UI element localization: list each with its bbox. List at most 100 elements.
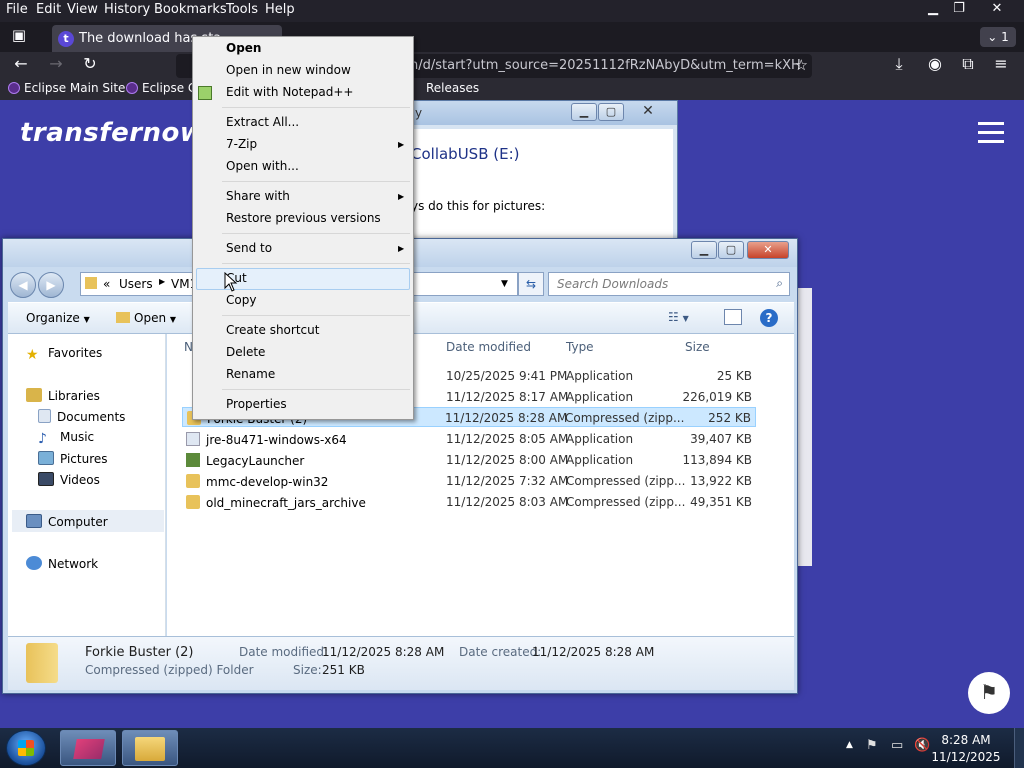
nav-videos[interactable]: Videos: [38, 472, 100, 487]
reload-icon[interactable]: ↻: [79, 54, 101, 73]
flag-icon[interactable]: ⚑: [968, 672, 1010, 714]
preview-pane-icon[interactable]: [724, 309, 742, 325]
menu-item-7zip[interactable]: 7-Zip: [226, 137, 257, 151]
menu-item-edit-notepad[interactable]: Edit with Notepad++: [226, 85, 353, 99]
details-date-created-label: Date created:: [459, 645, 542, 659]
address-dropdown-icon[interactable]: ▼: [501, 279, 508, 289]
help-icon[interactable]: ?: [760, 309, 778, 327]
libraries-icon: [26, 388, 42, 402]
menu-item-send-to[interactable]: Send to: [226, 241, 272, 255]
view-options-icon[interactable]: ☷ ▼: [668, 310, 689, 324]
bookmark-releases[interactable]: Releases: [426, 81, 479, 95]
column-date-modified[interactable]: Date modified: [446, 340, 531, 354]
maximize-icon[interactable]: ▢: [598, 103, 624, 121]
nav-documents[interactable]: Documents: [38, 409, 125, 424]
volume-muted-icon[interactable]: 🔇: [914, 738, 930, 753]
menu-bookmarks[interactable]: Bookmarks: [154, 2, 227, 17]
folder-icon: [135, 737, 165, 761]
taskbar-app-virtualbox[interactable]: [60, 730, 116, 766]
submenu-arrow-icon: ▶: [398, 192, 405, 201]
notepad-plus-icon: [198, 86, 212, 100]
eclipse-icon: [8, 82, 20, 94]
menu-help[interactable]: Help: [265, 2, 295, 17]
back-arrow-icon[interactable]: ←: [10, 54, 32, 73]
menu-item-create-shortcut[interactable]: Create shortcut: [226, 323, 319, 337]
hamburger-menu-icon[interactable]: [978, 122, 1004, 144]
clock[interactable]: 8:28 AM 11/12/2025: [930, 732, 1002, 766]
extensions-icon[interactable]: ⧉: [957, 54, 979, 74]
downloads-icon[interactable]: ⤓: [888, 54, 910, 74]
organize-button[interactable]: Organize ▼: [26, 311, 90, 325]
music-icon: ♪: [38, 431, 47, 447]
menu-item-open-new-window[interactable]: Open in new window: [226, 63, 351, 77]
search-icon[interactable]: ⌕: [776, 276, 783, 291]
autoplay-title: y: [415, 106, 423, 120]
menu-item-share-with[interactable]: Share with: [226, 189, 290, 203]
table-row[interactable]: jre-8u471-windows-x64 11/12/2025 8:05 AM…: [182, 429, 756, 449]
tab-list-button[interactable]: ⌄ 1: [980, 27, 1016, 47]
nav-music[interactable]: ♪ Music: [38, 430, 94, 447]
bookmark-eclipse-main[interactable]: Eclipse Main Site: [8, 81, 125, 95]
menu-tools[interactable]: Tools: [226, 2, 258, 17]
nav-network[interactable]: Network: [26, 556, 98, 571]
details-pane: Forkie Buster (2) Compressed (zipped) Fo…: [8, 636, 794, 690]
breadcrumb-separator-icon[interactable]: ▶: [159, 277, 165, 286]
action-center-flag-icon[interactable]: ⚑: [866, 738, 878, 753]
forward-arrow-icon[interactable]: →: [45, 54, 67, 73]
drive-label: CollabUSB (E:): [411, 145, 520, 163]
menu-item-restore-versions[interactable]: Restore previous versions: [226, 211, 381, 225]
nav-favorites[interactable]: ★ Favorites: [26, 346, 102, 363]
close-icon[interactable]: ✕: [980, 0, 1014, 20]
column-size[interactable]: Size: [685, 340, 710, 354]
windows-logo-icon: [18, 740, 34, 756]
menu-item-properties[interactable]: Properties: [226, 397, 287, 411]
nav-libraries[interactable]: Libraries: [26, 388, 100, 403]
bookmark-eclipse-c[interactable]: Eclipse C: [126, 81, 196, 95]
minimize-icon[interactable]: ▁: [571, 103, 597, 121]
open-button[interactable]: Open ▼: [116, 311, 176, 325]
forward-arrow-icon[interactable]: ▶: [38, 272, 64, 298]
maximize-icon[interactable]: ▢: [718, 241, 744, 259]
menu-item-copy[interactable]: Copy: [226, 293, 256, 307]
bookmark-star-icon[interactable]: ☆: [795, 56, 808, 74]
account-icon[interactable]: ◉: [924, 54, 946, 73]
back-arrow-icon[interactable]: ◀: [10, 272, 36, 298]
show-desktop-button[interactable]: [1014, 728, 1024, 768]
autoplay-titlebar: y ▁ ▢ ✕: [401, 101, 677, 125]
menu-separator: [222, 181, 410, 182]
menu-item-open-with[interactable]: Open with...: [226, 159, 299, 173]
tab-overview-icon[interactable]: ▣: [8, 26, 30, 44]
menu-item-rename[interactable]: Rename: [226, 367, 275, 381]
tray-expand-icon[interactable]: ▲: [846, 740, 853, 750]
menu-view[interactable]: View: [67, 2, 98, 17]
table-row[interactable]: LegacyLauncher 11/12/2025 8:00 AM Applic…: [182, 450, 756, 470]
menu-file[interactable]: File: [6, 2, 28, 17]
column-type[interactable]: Type: [566, 340, 594, 354]
close-icon[interactable]: ✕: [627, 103, 669, 121]
menu-edit[interactable]: Edit: [36, 2, 61, 17]
app-menu-icon[interactable]: ≡: [990, 54, 1012, 73]
refresh-icon[interactable]: ⇆: [518, 272, 544, 296]
autoplay-window: y ▁ ▢ ✕ CollabUSB (E:) ys do this for pi…: [400, 100, 678, 244]
menu-separator: [222, 389, 410, 390]
search-input[interactable]: Search Downloads ⌕: [548, 272, 790, 296]
zip-folder-large-icon: [26, 643, 58, 683]
menu-item-open[interactable]: Open: [226, 41, 261, 55]
restore-icon[interactable]: ❐: [942, 0, 976, 20]
nav-computer[interactable]: Computer: [12, 510, 164, 532]
table-row[interactable]: mmc-develop-win32 11/12/2025 7:32 AM Com…: [182, 471, 756, 491]
breadcrumb-chevron-icon: «: [103, 277, 111, 291]
taskbar-app-explorer[interactable]: [122, 730, 178, 766]
nav-pictures[interactable]: Pictures: [38, 451, 108, 466]
breadcrumb-users[interactable]: Users: [119, 277, 153, 291]
site-logo[interactable]: transfernow: [20, 118, 204, 148]
table-row[interactable]: old_minecraft_jars_archive 11/12/2025 8:…: [182, 492, 756, 512]
minimize-icon[interactable]: ▁: [691, 241, 717, 259]
menu-history[interactable]: History: [104, 2, 150, 17]
pictures-icon: [38, 451, 54, 465]
close-icon[interactable]: ✕: [747, 241, 789, 259]
network-status-icon[interactable]: ▭: [891, 738, 903, 753]
menu-item-delete[interactable]: Delete: [226, 345, 265, 359]
menu-item-extract-all[interactable]: Extract All...: [226, 115, 299, 129]
start-button[interactable]: [6, 730, 46, 766]
